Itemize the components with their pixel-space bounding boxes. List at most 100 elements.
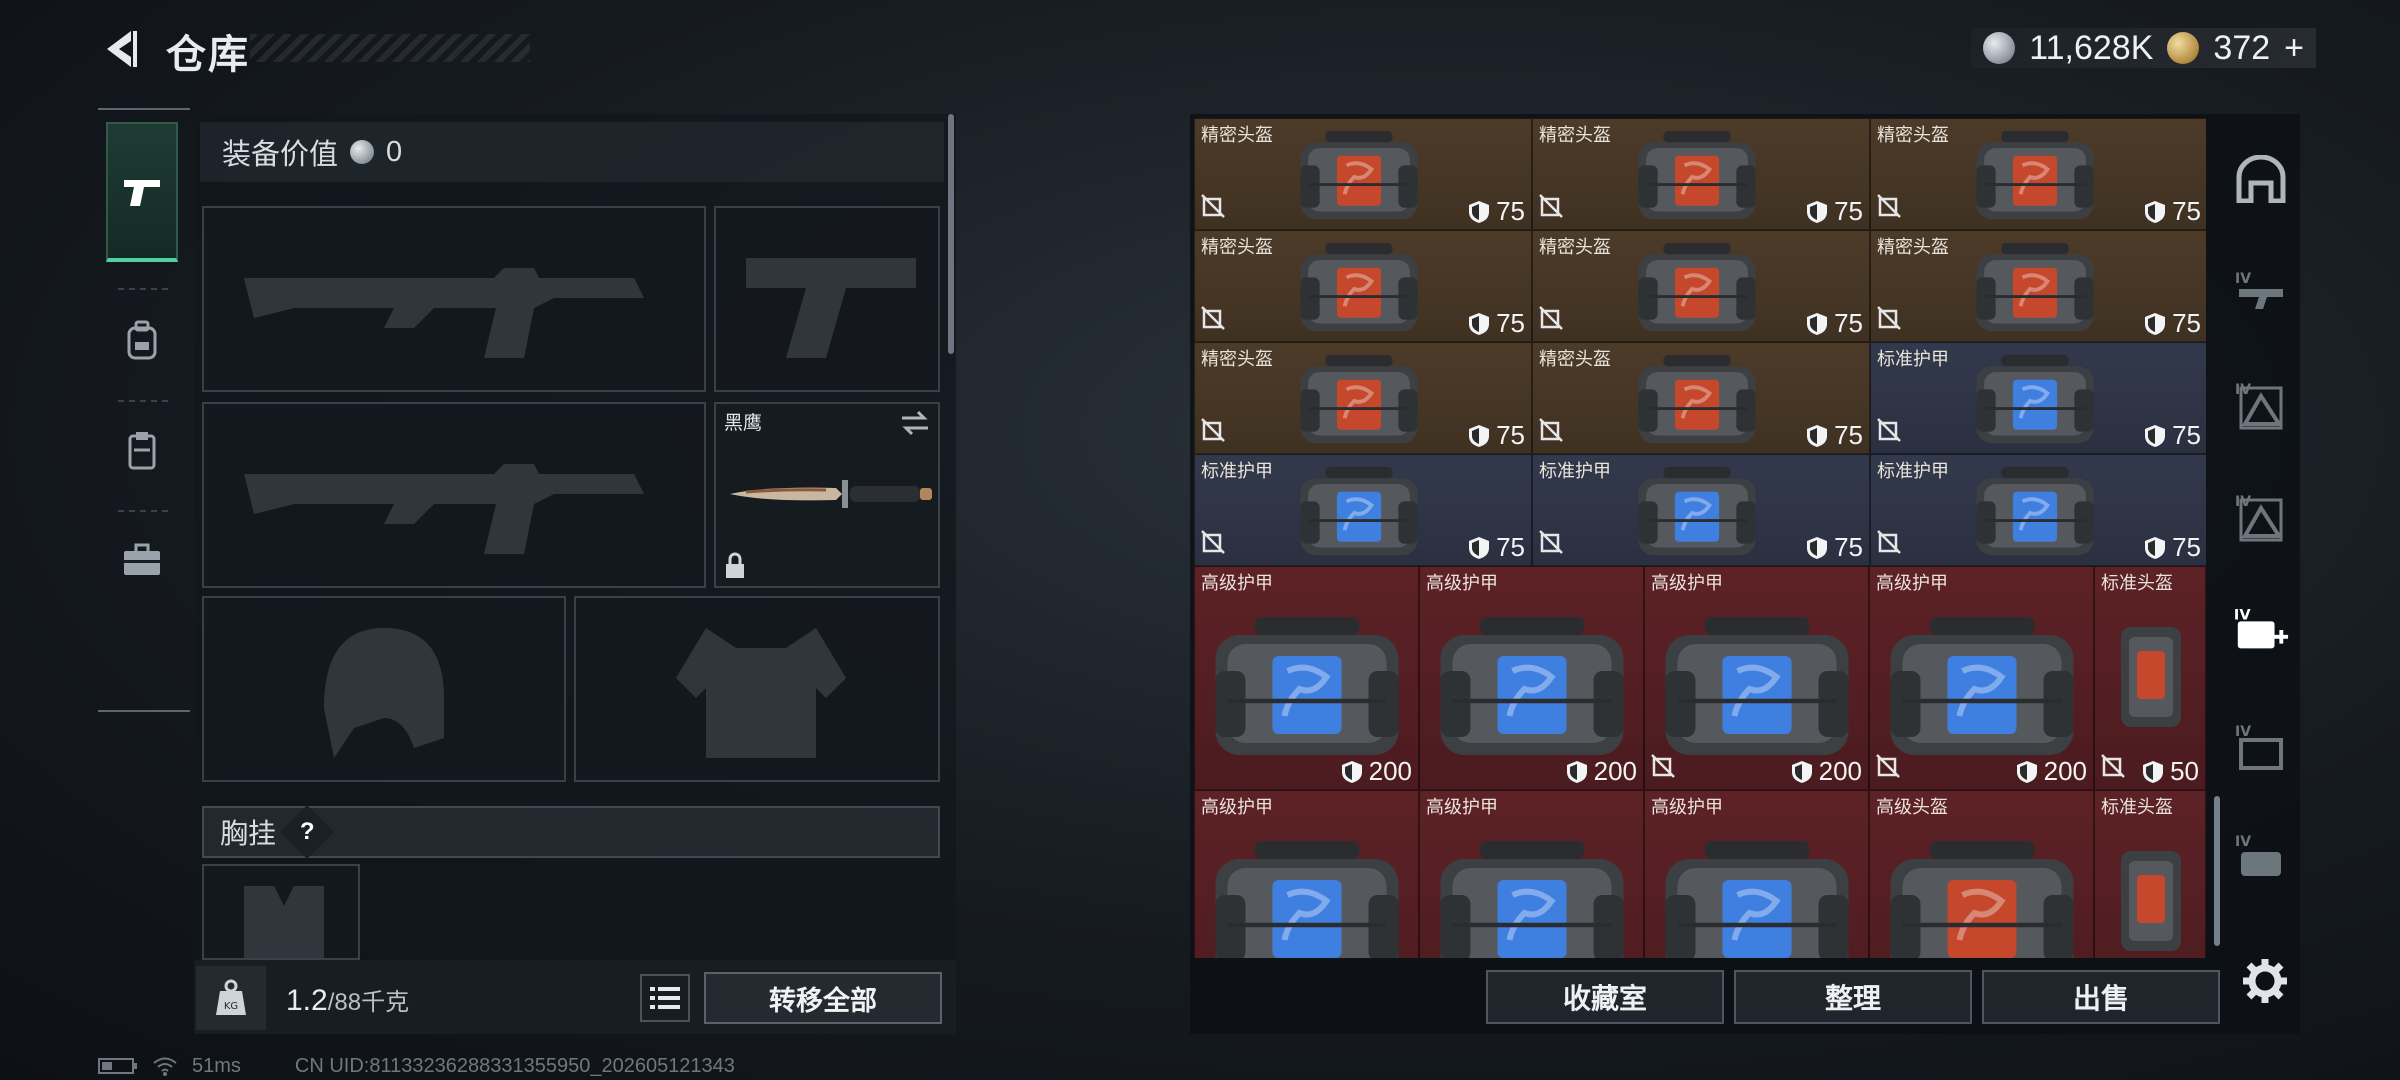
category-iv-helmet[interactable]: IV <box>2232 376 2290 434</box>
item-durability: 50 <box>2142 756 2199 787</box>
category-iv-armor[interactable]: IV <box>2232 488 2290 546</box>
sell-button[interactable]: 出售 <box>1982 970 2220 1024</box>
primary-weapon-slot[interactable] <box>202 206 706 392</box>
item-durability: 75 <box>1468 308 1525 339</box>
inventory-item[interactable]: 标准护甲 75 <box>1532 454 1870 566</box>
inventory-item[interactable]: 精密头盔 75 <box>1194 118 1532 230</box>
helmet-silhouette-icon <box>324 628 444 758</box>
tertiary-weapon-slot[interactable] <box>202 402 706 588</box>
back-button[interactable] <box>96 24 142 74</box>
inventory-item[interactable]: 精密头盔 75 <box>1870 230 2206 342</box>
swap-icon[interactable] <box>900 410 930 436</box>
no-drop-marker <box>1201 306 1225 335</box>
item-image <box>1295 351 1423 452</box>
uid-readout: CN UID:811332362883313559​50_20260512134… <box>294 1054 735 1077</box>
gold-add-button[interactable]: + <box>2284 29 2304 68</box>
inventory-item[interactable]: 标准护甲 75 <box>1870 342 2206 454</box>
list-view-button[interactable] <box>640 974 690 1022</box>
category-iv-rifle[interactable]: IV <box>2232 262 2290 320</box>
durability-icon <box>1807 536 1828 559</box>
durability-icon <box>1807 424 1828 447</box>
inventory-item[interactable]: 标准头盔 50 <box>2094 566 2206 790</box>
item-name: 高级护甲 <box>1426 797 1498 817</box>
inventory-item[interactable]: 高级护甲 200 <box>1869 566 2094 790</box>
durability-icon <box>1469 200 1490 223</box>
tier-iv-medkit-icon: IV <box>2234 607 2289 649</box>
category-iv-misc[interactable]: IV <box>2232 828 2290 886</box>
gold-coin-icon <box>2167 32 2200 64</box>
bag-icon <box>1976 130 2094 220</box>
no-drop-marker <box>1201 418 1225 447</box>
category-all[interactable] <box>2232 150 2290 208</box>
bag-icon <box>1215 841 1399 958</box>
secondary-weapon-slot[interactable] <box>714 206 940 392</box>
tab-chest-rig[interactable] <box>106 410 178 490</box>
inventory-item[interactable]: 精密头盔 75 <box>1532 342 1870 454</box>
silver-amount: 11,628K <box>2029 28 2154 67</box>
inventory-item[interactable]: 精密头盔 75 <box>1194 342 1532 454</box>
silver-coin-icon <box>1983 32 2016 64</box>
item-name: 精密头盔 <box>1539 349 1611 369</box>
bag-icon <box>1976 354 2094 444</box>
tab-backpack[interactable] <box>106 300 178 380</box>
inventory-item[interactable]: 精密头盔 75 <box>1532 118 1870 230</box>
item-durability: 200 <box>2016 756 2087 787</box>
bag-icon <box>1890 841 2074 958</box>
item-image <box>1633 351 1761 452</box>
inventory-item[interactable]: 高级护甲 <box>1194 790 1419 958</box>
organize-button[interactable]: 整理 <box>1734 970 1972 1024</box>
melee-slot[interactable]: 黑鹰 <box>714 402 940 588</box>
lock-icon <box>726 552 744 578</box>
gold-amount: 372 <box>2213 28 2271 67</box>
transfer-all-button[interactable]: 转移全部 <box>704 972 942 1024</box>
inventory-item[interactable]: 高级护甲 200 <box>1194 566 1419 790</box>
item-name: 高级头盔 <box>1876 797 1948 817</box>
chest-rig-label: 胸挂 <box>220 818 277 849</box>
inventory-item[interactable]: 精密头盔 75 <box>1870 118 2206 230</box>
inventory-item[interactable]: 标准护甲 75 <box>1870 454 2206 566</box>
bag-icon <box>1638 130 1756 220</box>
page-title: 仓库 <box>166 33 250 77</box>
item-name: 高级护甲 <box>1876 573 1948 593</box>
collection-room-button[interactable]: 收藏室 <box>1486 970 1724 1024</box>
gear-icon <box>2243 959 2287 1003</box>
tab-weapons[interactable] <box>106 122 178 262</box>
inventory-item[interactable]: 高级头盔 <box>1869 790 2094 958</box>
item-durability: 200 <box>1566 756 1637 787</box>
durability-value: 75 <box>1834 308 1863 338</box>
durability-value: 50 <box>2170 756 2199 786</box>
weight-icon: KG <box>216 979 246 1015</box>
durability-value: 75 <box>2172 308 2201 338</box>
no-drop-marker <box>1539 194 1563 223</box>
helmet-slot[interactable] <box>202 596 566 782</box>
category-iv-medical[interactable]: IV <box>2232 602 2290 660</box>
inventory-item[interactable]: 标准护甲 75 <box>1194 454 1532 566</box>
tab-case[interactable] <box>106 520 178 600</box>
inventory-item[interactable]: 精密头盔 75 <box>1532 230 1870 342</box>
list-icon <box>650 987 680 1009</box>
item-name: 标准护甲 <box>1877 461 1949 481</box>
status-bar: 51ms CN UID:811332362883313559​50_202605… <box>98 1054 735 1078</box>
settings-button[interactable] <box>2236 952 2294 1010</box>
help-button[interactable]: ? <box>280 805 334 859</box>
inventory-item[interactable]: 标准头盔 <box>2094 790 2206 958</box>
armor-slot[interactable] <box>574 596 940 782</box>
item-durability: 75 <box>2144 532 2201 563</box>
inventory-item[interactable]: 精密头盔 75 <box>1194 230 1532 342</box>
inventory-item[interactable]: 高级护甲 200 <box>1644 566 1869 790</box>
loadout-scrollbar[interactable] <box>948 114 954 354</box>
item-durability: 75 <box>1806 308 1863 339</box>
item-durability: 75 <box>1806 420 1863 451</box>
inventory-item[interactable]: 高级护甲 200 <box>1419 566 1644 790</box>
durability-value: 75 <box>1496 308 1525 338</box>
no-drop-marker <box>1651 754 1675 783</box>
inventory-item[interactable]: 高级护甲 <box>1644 790 1869 958</box>
durability-icon <box>1469 536 1490 559</box>
inventory-scrollbar[interactable] <box>2214 796 2220 946</box>
knife-icon <box>730 480 932 508</box>
title-decoration <box>250 34 530 62</box>
durability-icon <box>2145 424 2166 447</box>
category-iv-container[interactable]: IV <box>2232 718 2290 776</box>
chest-rig-slot[interactable] <box>202 864 360 960</box>
inventory-item[interactable]: 高级护甲 <box>1419 790 1644 958</box>
